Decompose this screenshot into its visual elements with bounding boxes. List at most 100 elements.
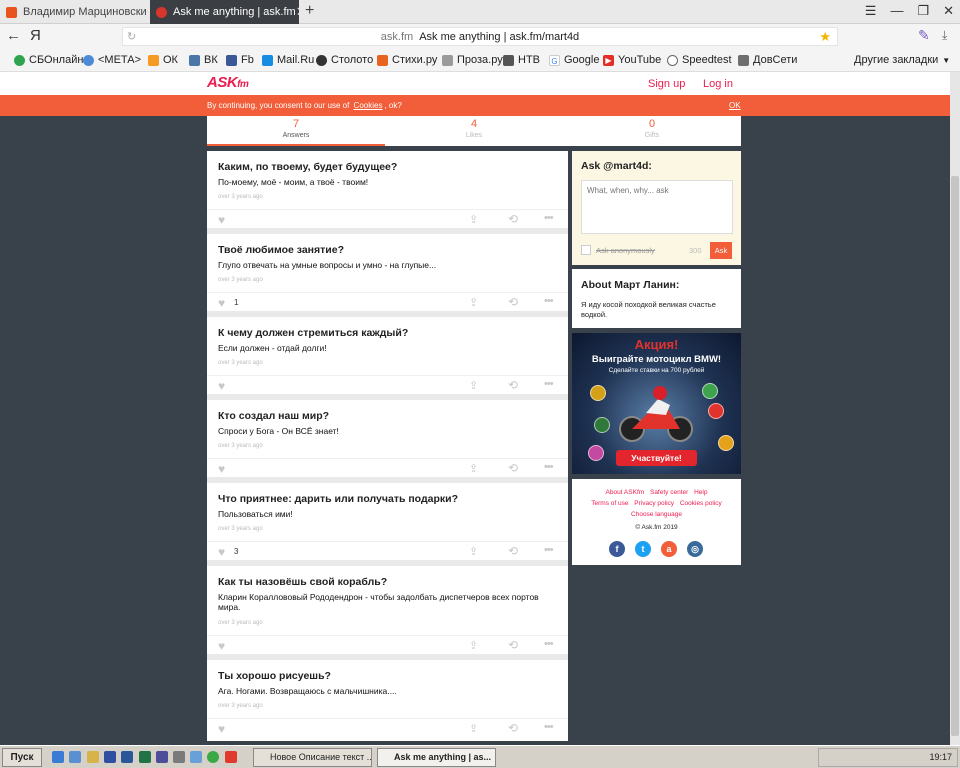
like-heart-icon[interactable]: ♥ (218, 379, 225, 393)
tab-vladimir[interactable]: Владимир Марциновский: к (0, 0, 147, 24)
like-heart-icon[interactable]: ♥ (218, 545, 225, 559)
menu-icon[interactable]: ☰ (865, 3, 877, 19)
app-icon[interactable] (207, 751, 219, 763)
ie-icon[interactable] (52, 751, 64, 763)
answer-time[interactable]: over 3 years ago (218, 620, 263, 626)
question-text[interactable]: Твоё любимое занятие? (218, 244, 344, 256)
more-options-icon[interactable]: ••• (544, 212, 554, 224)
signup-link[interactable]: Sign up (648, 78, 685, 90)
close-tab-icon[interactable]: ✕ (296, 4, 299, 20)
repost-icon[interactable]: ⟲ (508, 212, 518, 226)
anonymous-checkbox[interactable] (581, 245, 591, 255)
share-icon[interactable]: ⇪ (469, 213, 478, 226)
advertisement-banner[interactable]: Акция! Выиграйте мотоцикл BMW! Сделайте … (572, 333, 741, 474)
reload-icon[interactable]: ↻ (127, 30, 136, 43)
bookmark-sbonline[interactable]: СБОнлайн (14, 54, 83, 66)
share-icon[interactable]: ⇪ (469, 462, 478, 475)
scrollbar-thumb[interactable] (951, 176, 959, 736)
like-heart-icon[interactable]: ♥ (218, 462, 225, 476)
repost-icon[interactable]: ⟲ (508, 544, 518, 558)
question-text[interactable]: Каким, по твоему, будет будущее? (218, 161, 397, 173)
bookmark-youtube[interactable]: ▶ YouTube (603, 54, 661, 66)
answer-time[interactable]: over 3 years ago (218, 194, 263, 200)
url-field[interactable]: ↻ ask.fm Ask me anything | ask.fm/mart4d… (122, 27, 838, 46)
footer-link-terms[interactable]: Terms of use (591, 500, 628, 507)
anonymous-label[interactable]: Ask anonymously (596, 246, 655, 255)
footer-link-about[interactable]: About ASKfm (606, 489, 645, 496)
word-icon[interactable] (121, 751, 133, 763)
ad-cta-button[interactable]: Участвуйте! (616, 450, 697, 466)
like-heart-icon[interactable]: ♥ (218, 722, 225, 736)
answer-time[interactable]: over 3 years ago (218, 360, 263, 366)
cookie-ok-button[interactable]: OK (729, 101, 741, 110)
askfm-icon[interactable]: a (661, 541, 677, 557)
footer-link-cookies[interactable]: Cookies policy (680, 500, 722, 507)
answer-time[interactable]: over 3 years ago (218, 277, 263, 283)
new-tab-button[interactable]: + (305, 2, 314, 20)
explorer-icon[interactable] (69, 751, 81, 763)
footer-link-help[interactable]: Help (694, 489, 707, 496)
twitter-icon[interactable]: t (635, 541, 651, 557)
more-options-icon[interactable]: ••• (544, 461, 554, 473)
like-heart-icon[interactable]: ♥ (218, 296, 225, 310)
like-heart-icon[interactable]: ♥ (218, 639, 225, 653)
question-text[interactable]: Что приятнее: дарить или получать подарк… (218, 493, 458, 505)
ask-button[interactable]: Ask (710, 242, 732, 259)
restore-icon[interactable]: ❐ (917, 3, 929, 19)
facebook-icon[interactable]: f (609, 541, 625, 557)
bookmark-google[interactable]: G Google (549, 54, 599, 66)
like-heart-icon[interactable]: ♥ (218, 213, 225, 227)
bookmark-ntv[interactable]: НТВ (503, 54, 540, 66)
minimize-icon[interactable]: — (890, 3, 903, 19)
question-text[interactable]: К чему должен стремиться каждый? (218, 327, 408, 339)
repost-icon[interactable]: ⟲ (508, 461, 518, 475)
cookies-link[interactable]: Cookies (354, 101, 383, 110)
question-input[interactable] (581, 180, 733, 234)
question-text[interactable]: Ты хорошо рисуешь? (218, 670, 331, 682)
start-button[interactable]: Пуск (2, 748, 42, 767)
bookmark-fb[interactable]: Fb (226, 54, 254, 66)
more-options-icon[interactable]: ••• (544, 638, 554, 650)
excel-icon[interactable] (139, 751, 151, 763)
yandex-button[interactable]: Я (30, 27, 41, 44)
bookmark-meta[interactable]: <МЕТА> (83, 54, 141, 66)
repost-icon[interactable]: ⟲ (508, 638, 518, 652)
page-scrollbar[interactable] (950, 72, 960, 745)
bookmark-mailru[interactable]: Mail.Ru (262, 54, 314, 66)
bookmark-other[interactable]: Другие закладки ▼ (854, 54, 950, 66)
answer-time[interactable]: over 3 years ago (218, 526, 263, 532)
answer-time[interactable]: over 3 years ago (218, 443, 263, 449)
bookmark-vk[interactable]: ВК (189, 54, 218, 66)
taskbar-item-browser[interactable]: Ask me anything | as... (377, 748, 496, 767)
share-icon[interactable]: ⇪ (469, 379, 478, 392)
repost-icon[interactable]: ⟲ (508, 721, 518, 735)
answer-time[interactable]: over 3 years ago (218, 703, 263, 709)
clock[interactable]: 19:17 (929, 752, 952, 762)
yandex-browser-icon[interactable] (225, 751, 237, 763)
app-icon[interactable] (190, 751, 202, 763)
share-icon[interactable]: ⇪ (469, 545, 478, 558)
question-text[interactable]: Кто создал наш мир? (218, 410, 329, 422)
share-icon[interactable]: ⇪ (469, 639, 478, 652)
bookmark-proza[interactable]: Проза.ру (442, 54, 503, 66)
folder-icon[interactable] (87, 751, 99, 763)
repost-icon[interactable]: ⟲ (508, 295, 518, 309)
more-options-icon[interactable]: ••• (544, 721, 554, 733)
share-icon[interactable]: ⇪ (469, 296, 478, 309)
bookmark-dovseti[interactable]: ДовСети (738, 54, 797, 66)
bookmark-stoloto[interactable]: Столото (316, 54, 373, 66)
tab-answers[interactable]: 7 Answers (207, 116, 385, 146)
tab-askfm[interactable]: Ask me anything | ask.fm ✕ (150, 0, 299, 24)
tab-likes[interactable]: 4 Likes (385, 116, 563, 146)
more-options-icon[interactable]: ••• (544, 295, 554, 307)
bookmark-speedtest[interactable]: Speedtest (667, 54, 732, 66)
feather-icon[interactable]: ✎ (918, 27, 930, 44)
back-button[interactable]: ← (6, 27, 21, 44)
footer-link-privacy[interactable]: Privacy policy (634, 500, 674, 507)
app-icon[interactable] (173, 751, 185, 763)
footer-link-safety[interactable]: Safety center (650, 489, 688, 496)
instagram-icon[interactable]: ◎ (687, 541, 703, 557)
close-window-icon[interactable]: ✕ (943, 3, 954, 19)
download-icon[interactable]: ⤓ (942, 28, 947, 43)
save-icon[interactable] (104, 751, 116, 763)
